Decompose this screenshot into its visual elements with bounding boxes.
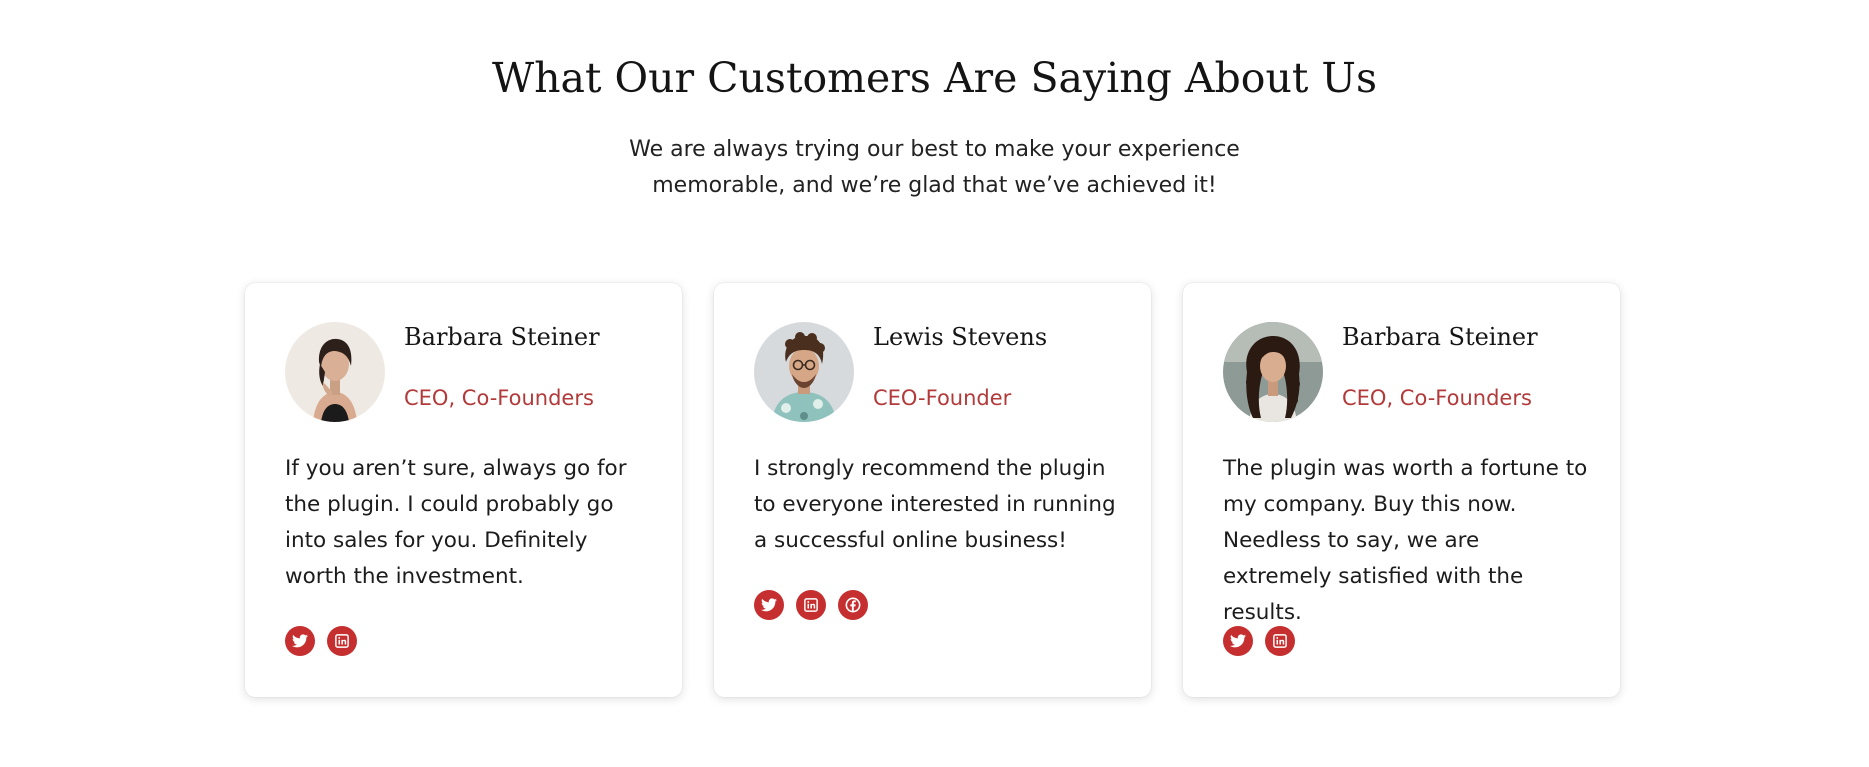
avatar	[285, 322, 385, 422]
section-subtitle: We are always trying our best to make yo…	[629, 137, 1240, 198]
linkedin-icon[interactable]	[796, 590, 826, 620]
customer-name: Lewis Stevens	[873, 323, 1048, 351]
testimonial-quote: The plugin was worth a fortune to my com…	[1223, 456, 1588, 625]
facebook-icon[interactable]	[838, 590, 868, 620]
avatar	[1223, 322, 1323, 422]
testimonial-quote: I strongly recommend the plugin to every…	[754, 456, 1116, 553]
linkedin-icon[interactable]	[1265, 626, 1295, 656]
testimonial-card: Lewis Stevens CEO-Founder I strongly rec…	[714, 283, 1151, 697]
linkedin-icon[interactable]	[327, 626, 357, 656]
social-links	[285, 626, 357, 656]
twitter-icon[interactable]	[285, 626, 315, 656]
customer-name: Barbara Steiner	[404, 323, 600, 351]
twitter-icon[interactable]	[1223, 626, 1253, 656]
testimonial-cards: Barbara Steiner CEO, Co-Founders If you …	[245, 283, 1625, 697]
customer-role: CEO-Founder	[873, 386, 1012, 410]
avatar	[754, 322, 854, 422]
testimonial-card: Barbara Steiner CEO, Co-Founders If you …	[245, 283, 682, 697]
customer-role: CEO, Co-Founders	[1342, 386, 1532, 410]
testimonial-quote: If you aren’t sure, always go for the pl…	[285, 456, 627, 589]
twitter-icon[interactable]	[754, 590, 784, 620]
customer-name: Barbara Steiner	[1342, 323, 1538, 351]
social-links	[754, 590, 868, 620]
section-title: What Our Customers Are Saying About Us	[492, 54, 1377, 102]
customer-role: CEO, Co-Founders	[404, 386, 594, 410]
social-links	[1223, 626, 1295, 656]
testimonial-card: Barbara Steiner CEO, Co-Founders The plu…	[1183, 283, 1620, 697]
testimonials-section: What Our Customers Are Saying About Us W…	[0, 0, 1869, 767]
